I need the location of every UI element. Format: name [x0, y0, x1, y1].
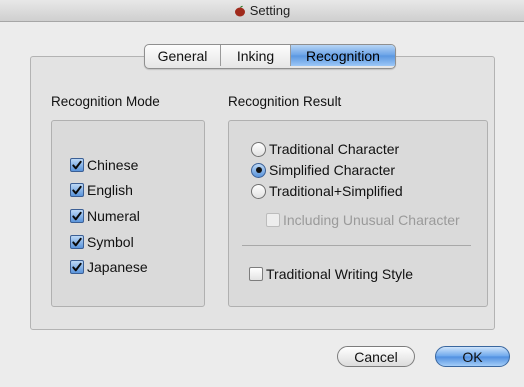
checkbox-row-unusual[interactable]: Including Unusual Character: [266, 212, 460, 228]
checkbox-row-numeral[interactable]: Numeral: [70, 208, 140, 224]
symbol-checkbox[interactable]: [70, 235, 84, 249]
tab-recognition[interactable]: Recognition: [290, 45, 395, 66]
tab-general[interactable]: General: [145, 45, 220, 66]
writing-style-checkbox[interactable]: [249, 267, 263, 281]
english-label: English: [87, 182, 133, 198]
unusual-character-label: Including Unusual Character: [283, 212, 460, 228]
recognition-result-label: Recognition Result: [228, 94, 342, 109]
radio-row-trad-simplified[interactable]: Traditional+Simplified: [251, 183, 403, 199]
settings-window: Setting Recognition Mode Chinese English…: [0, 0, 524, 387]
unusual-character-checkbox[interactable]: [266, 213, 280, 227]
checkbox-row-symbol[interactable]: Symbol: [70, 234, 134, 250]
recognition-mode-label: Recognition Mode: [51, 94, 160, 109]
chinese-label: Chinese: [87, 157, 139, 173]
traditional-simplified-radio[interactable]: [251, 183, 266, 199]
window-title: Setting: [249, 3, 291, 18]
traditional-character-label: Traditional Character: [269, 141, 400, 157]
checkbox-row-english[interactable]: English: [70, 182, 133, 198]
tab-inking[interactable]: Inking: [220, 45, 290, 66]
app-icon: [234, 5, 246, 17]
radio-dot: [255, 167, 262, 173]
checkmark-icon: [72, 237, 82, 246]
radio-row-simplified[interactable]: Simplified Character: [251, 162, 395, 178]
divider: [242, 245, 471, 246]
checkbox-row-chinese[interactable]: Chinese: [70, 157, 138, 173]
english-checkbox[interactable]: [70, 183, 84, 197]
simplified-character-label: Simplified Character: [269, 162, 396, 178]
radio-row-traditional[interactable]: Traditional Character: [251, 141, 399, 157]
checkbox-row-japanese[interactable]: Japanese: [70, 259, 148, 275]
symbol-label: Symbol: [87, 234, 134, 250]
japanese-label: Japanese: [87, 259, 148, 275]
traditional-simplified-label: Traditional+Simplified: [269, 183, 403, 199]
title-bar[interactable]: Setting: [0, 0, 524, 22]
checkmark-icon: [72, 262, 82, 271]
ok-button[interactable]: OK: [435, 346, 510, 367]
tab-bar: General Inking Recognition: [144, 44, 396, 69]
recognition-result-group: Traditional Character Simplified Charact…: [228, 120, 488, 307]
japanese-checkbox[interactable]: [70, 260, 84, 274]
numeral-checkbox[interactable]: [70, 209, 84, 223]
chinese-checkbox[interactable]: [70, 158, 84, 172]
traditional-character-radio[interactable]: [251, 141, 266, 157]
writing-style-label: Traditional Writing Style: [266, 266, 414, 282]
checkmark-icon: [72, 185, 82, 194]
checkmark-icon: [72, 160, 82, 169]
cancel-button[interactable]: Cancel: [337, 346, 415, 367]
checkbox-row-writing-style[interactable]: Traditional Writing Style: [249, 266, 413, 282]
checkmark-icon: [72, 211, 82, 220]
tab-panel-recognition: Recognition Mode Chinese English Numeral…: [30, 56, 495, 330]
recognition-mode-group: Chinese English Numeral Symbol Japanese: [51, 120, 205, 307]
simplified-character-radio[interactable]: [251, 162, 266, 178]
numeral-label: Numeral: [87, 208, 140, 224]
